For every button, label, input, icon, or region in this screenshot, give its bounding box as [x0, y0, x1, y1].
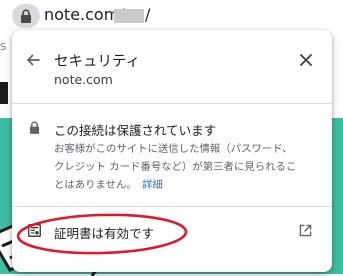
connection-description-line: お客様がこのサイトに送信した情報（パスワード、 — [54, 143, 293, 155]
address-bar[interactable]: note.com/ / — [0, 0, 343, 30]
popup-domain: note.com — [54, 72, 113, 87]
connection-status-title: この接続は保護されています — [54, 123, 217, 138]
details-link[interactable]: 詳細 — [142, 179, 163, 191]
lock-icon — [29, 121, 40, 134]
page-edge-text: S — [0, 42, 7, 53]
site-info-button[interactable] — [12, 4, 40, 28]
certificate-row[interactable]: 証明書は有効です — [12, 215, 332, 249]
back-button[interactable] — [22, 49, 44, 71]
connection-description-line: クレジット カード番号など）が第三者に見られるこ — [54, 161, 297, 173]
close-icon — [300, 54, 312, 66]
popup-title: セキュリティ — [54, 54, 141, 70]
certificate-status-label: 証明書は有効です — [54, 226, 155, 241]
connection-description-text: とはありません。 — [54, 179, 132, 191]
divider — [12, 206, 332, 207]
page-background-shape — [0, 82, 8, 104]
url-redacted-path — [114, 9, 144, 23]
connection-description-line: とはありません。 詳細 — [54, 176, 322, 194]
connection-description: お客様がこのサイトに送信した情報（パスワード、 クレジット カード番号など）が第… — [54, 140, 322, 194]
back-arrow-icon — [27, 54, 40, 66]
certificate-icon — [28, 224, 41, 237]
site-security-popup: セキュリティ note.com この接続は保護されています お客様がこのサイトに… — [12, 30, 332, 272]
url-domain[interactable]: note.com/ — [44, 5, 125, 24]
close-button[interactable] — [295, 49, 317, 71]
divider — [12, 103, 332, 104]
url-trailing-slash: / — [145, 5, 151, 24]
lock-icon — [21, 9, 31, 23]
external-link-icon — [299, 224, 312, 237]
